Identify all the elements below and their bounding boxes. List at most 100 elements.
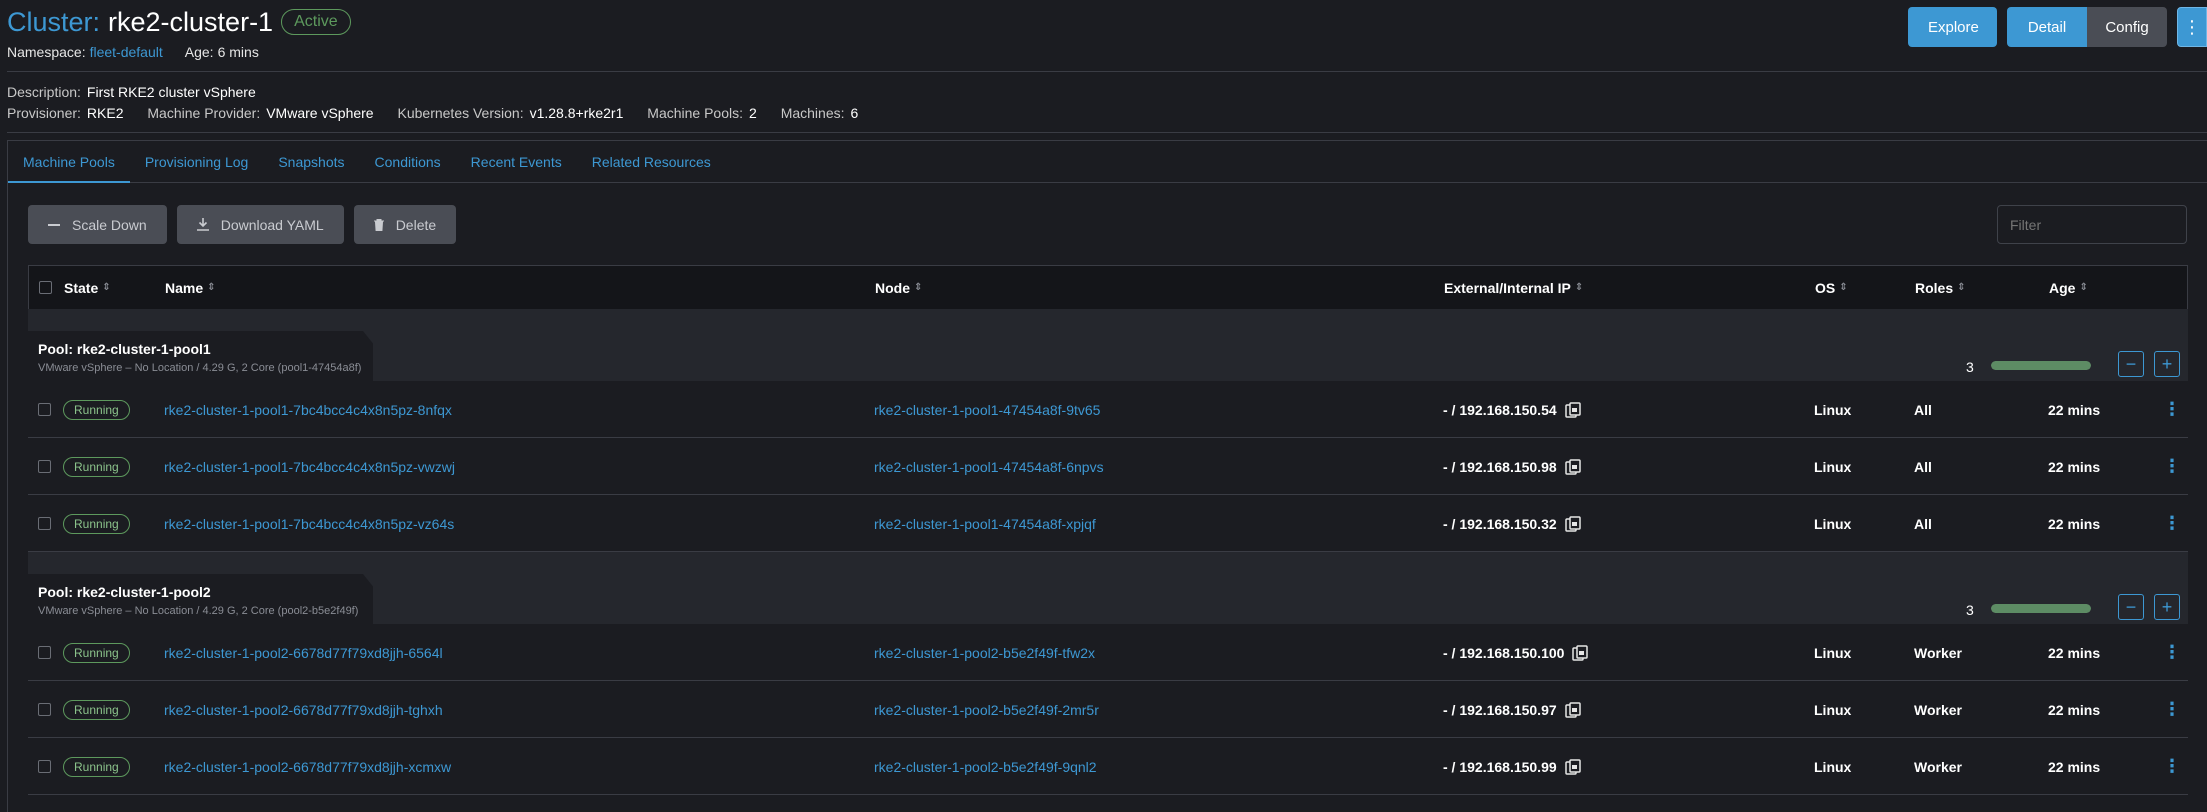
select-all-checkbox-cell[interactable] — [39, 281, 52, 294]
ip-value: - / 192.168.150.99 — [1443, 758, 1557, 775]
machine-name-link[interactable]: rke2-cluster-1-pool1-7bc4bcc4c4x8n5pz-vw… — [164, 459, 455, 475]
tab-recent-events[interactable]: Recent Events — [456, 141, 577, 182]
copy-icon[interactable] — [1564, 515, 1581, 532]
state-cell: Running — [63, 624, 130, 681]
row-checkbox-cell[interactable] — [38, 738, 51, 795]
ip-value: - / 192.168.150.100 — [1443, 644, 1565, 661]
cluster-name: rke2-cluster-1 — [108, 6, 274, 37]
column-header-state[interactable]: State ⇕ — [64, 280, 111, 296]
machine-name-link[interactable]: rke2-cluster-1-pool1-7bc4bcc4c4x8n5pz-8n… — [164, 402, 452, 418]
row-checkbox[interactable] — [38, 703, 51, 716]
machine-name-link[interactable]: rke2-cluster-1-pool2-6678d77f79xd8jjh-xc… — [164, 759, 451, 775]
node-name-link[interactable]: rke2-cluster-1-pool1-47454a8f-6npvs — [874, 459, 1104, 475]
column-header-roles[interactable]: Roles ⇕ — [1915, 280, 1966, 296]
scale-down-label: Scale Down — [72, 216, 147, 233]
age-cell: 22 mins — [2048, 381, 2100, 438]
tab-snapshots[interactable]: Snapshots — [263, 141, 359, 182]
k8s-version-label: Kubernetes Version: — [397, 105, 524, 121]
row-actions-kebab-icon[interactable]: ⋮ — [2163, 642, 2181, 663]
state-badge: Running — [63, 756, 130, 777]
row-actions-cell: ⋮ — [2163, 438, 2181, 495]
scale-down-pool-button[interactable]: − — [2118, 351, 2144, 377]
copy-icon[interactable] — [1564, 701, 1581, 718]
description-label: Description: — [7, 84, 81, 100]
age-value: 22 mins — [2048, 701, 2101, 718]
scale-up-pool-button[interactable]: + — [2154, 351, 2180, 377]
row-checkbox-cell[interactable] — [38, 495, 51, 552]
ip-value: - / 192.168.150.32 — [1443, 515, 1557, 532]
machine-name-link[interactable]: rke2-cluster-1-pool2-6678d77f79xd8jjh-65… — [164, 645, 443, 661]
divider — [7, 71, 2207, 72]
node-name-link[interactable]: rke2-cluster-1-pool2-b5e2f49f-tfw2x — [874, 645, 1095, 661]
machine-name-link[interactable]: rke2-cluster-1-pool1-7bc4bcc4c4x8n5pz-vz… — [164, 516, 454, 532]
column-label: OS — [1815, 279, 1836, 296]
state-cell: Running — [63, 495, 130, 552]
row-checkbox-cell[interactable] — [38, 438, 51, 495]
row-actions-kebab-icon[interactable]: ⋮ — [2163, 399, 2181, 420]
state-cell: Running — [63, 381, 130, 438]
select-all-checkbox[interactable] — [39, 281, 52, 294]
trash-icon — [373, 218, 384, 231]
row-checkbox-cell[interactable] — [38, 624, 51, 681]
row-actions-kebab-icon[interactable]: ⋮ — [2163, 756, 2181, 777]
tab-conditions[interactable]: Conditions — [360, 141, 456, 182]
row-actions-kebab-icon[interactable]: ⋮ — [2163, 513, 2181, 534]
page-header: Cluster: rke2-cluster-1 Active Namespace… — [7, 4, 351, 60]
column-header-os[interactable]: OS ⇕ — [1815, 280, 1848, 296]
filter-input[interactable] — [1997, 205, 2187, 244]
tab-related-resources[interactable]: Related Resources — [577, 141, 726, 182]
explore-button[interactable]: Explore — [1908, 7, 1997, 47]
pool-progress-fill — [1991, 361, 2091, 370]
row-checkbox-cell[interactable] — [38, 681, 51, 738]
row-checkbox[interactable] — [38, 646, 51, 659]
copy-icon[interactable] — [1572, 644, 1589, 661]
row-checkbox[interactable] — [38, 403, 51, 416]
more-actions-button[interactable]: ⋮ — [2177, 7, 2207, 47]
provisioner-value: RKE2 — [86, 105, 124, 121]
detail-button[interactable]: Detail — [2007, 7, 2087, 47]
copy-icon[interactable] — [1564, 758, 1581, 775]
row-actions-kebab-icon[interactable]: ⋮ — [2163, 699, 2181, 720]
node-name-link[interactable]: rke2-cluster-1-pool1-47454a8f-xpjqf — [874, 516, 1096, 532]
tab-provisioning-log[interactable]: Provisioning Log — [130, 141, 264, 182]
column-header-ip[interactable]: External/Internal IP ⇕ — [1444, 280, 1583, 296]
tab-machine-pools[interactable]: Machine Pools — [8, 141, 130, 183]
node-name-link[interactable]: rke2-cluster-1-pool2-b5e2f49f-9qnl2 — [874, 759, 1097, 775]
copy-icon[interactable] — [1564, 401, 1581, 418]
os-cell: Linux — [1814, 681, 1851, 738]
delete-button[interactable]: Delete — [353, 205, 457, 244]
age-value: 22 mins — [2048, 515, 2101, 532]
download-yaml-button[interactable]: Download YAML — [176, 205, 344, 244]
name-cell: rke2-cluster-1-pool1-7bc4bcc4c4x8n5pz-vz… — [164, 495, 454, 552]
copy-icon[interactable] — [1564, 458, 1581, 475]
ip-value: - / 192.168.150.54 — [1443, 401, 1557, 418]
row-checkbox-cell[interactable] — [38, 381, 51, 438]
age-value: 22 mins — [2048, 644, 2101, 661]
column-header-name[interactable]: Name ⇕ — [165, 280, 216, 296]
table-row: Running rke2-cluster-1-pool1-7bc4bcc4c4x… — [28, 495, 2188, 552]
scale-down-pool-button[interactable]: − — [2118, 594, 2144, 620]
row-actions-kebab-icon[interactable]: ⋮ — [2163, 456, 2181, 477]
column-label: Node — [875, 279, 910, 296]
os-value: Linux — [1814, 644, 1852, 661]
table-row: Running rke2-cluster-1-pool2-6678d77f79x… — [28, 738, 2188, 795]
node-name-link[interactable]: rke2-cluster-1-pool2-b5e2f49f-2mr5r — [874, 702, 1099, 718]
row-checkbox[interactable] — [38, 517, 51, 530]
config-button[interactable]: Config — [2087, 7, 2167, 47]
column-header-node[interactable]: Node ⇕ — [875, 280, 922, 296]
ip-cell: - / 192.168.150.99 — [1443, 738, 1581, 795]
row-checkbox[interactable] — [38, 760, 51, 773]
roles-value: All — [1914, 515, 1932, 532]
node-name-link[interactable]: rke2-cluster-1-pool1-47454a8f-9tv65 — [874, 402, 1100, 418]
state-badge: Running — [63, 399, 130, 420]
machine-name-link[interactable]: rke2-cluster-1-pool2-6678d77f79xd8jjh-tg… — [164, 702, 443, 718]
os-cell: Linux — [1814, 438, 1851, 495]
row-checkbox[interactable] — [38, 460, 51, 473]
scale-up-pool-button[interactable]: + — [2154, 594, 2180, 620]
namespace-link[interactable]: fleet-default — [90, 44, 163, 60]
scale-down-button[interactable]: Scale Down — [28, 205, 167, 244]
roles-cell: Worker — [1914, 681, 1962, 738]
column-header-age[interactable]: Age ⇕ — [2049, 280, 2088, 296]
ip-cell: - / 192.168.150.100 — [1443, 624, 1589, 681]
age-label: Age: — [184, 44, 214, 60]
